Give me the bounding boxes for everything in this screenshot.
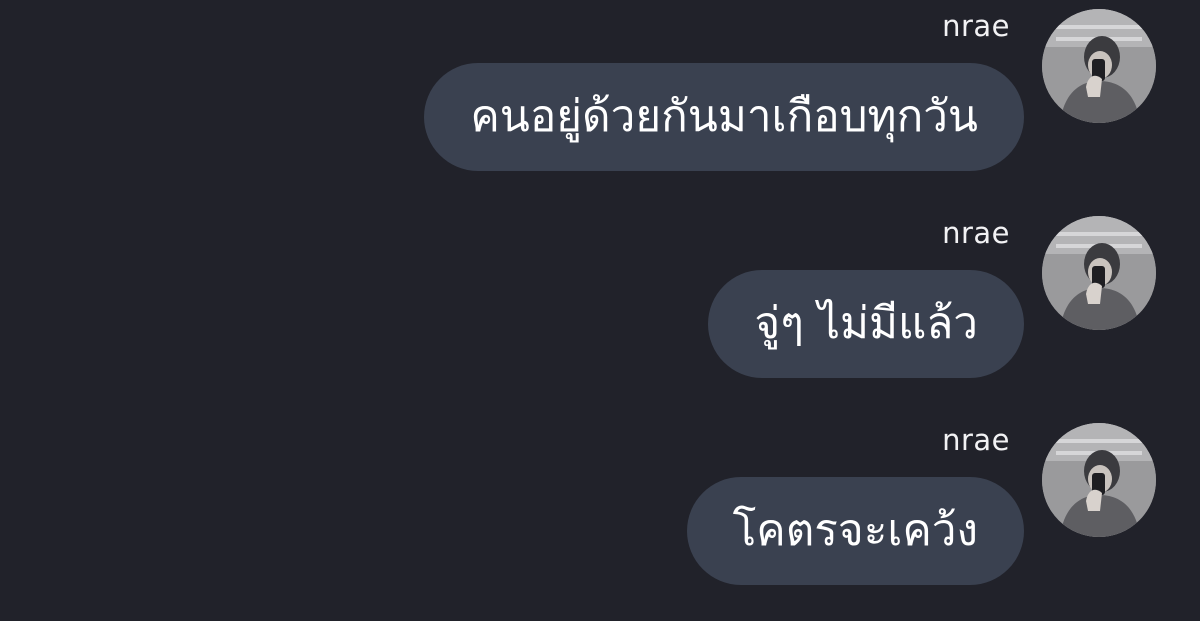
message-text: โคตรจะเคว้ง [732, 505, 978, 556]
sender-name: nrae [942, 423, 1010, 457]
message-bubble[interactable]: จู่ๆ ไม่มีแล้ว [708, 270, 1024, 378]
message-bubble[interactable]: โคตรจะเคว้ง [686, 477, 1024, 585]
avatar[interactable] [1042, 423, 1156, 537]
message-text: จู่ๆ ไม่มีแล้ว [754, 298, 978, 349]
message-bubble[interactable]: คนอยู่ด้วยกันมาเกือบทุกวัน [424, 63, 1024, 171]
message-row: nrae คนอยู่ด้วยกันมาเกือบทุกวัน [0, 0, 1200, 207]
avatar[interactable] [1042, 9, 1156, 123]
avatar-photo [1042, 9, 1156, 123]
avatar-photo [1042, 423, 1156, 537]
sender-name: nrae [942, 9, 1010, 43]
chat-thread: nrae คนอยู่ด้วยกันมาเกือบทุกวัน nrae จู่… [0, 0, 1200, 600]
message-text: คนอยู่ด้วยกันมาเกือบทุกวัน [470, 91, 978, 142]
avatar[interactable] [1042, 216, 1156, 330]
sender-name: nrae [942, 216, 1010, 250]
message-row: nrae จู่ๆ ไม่มีแล้ว [0, 207, 1200, 414]
message-row: nrae โคตรจะเคว้ง [0, 414, 1200, 621]
avatar-photo [1042, 216, 1156, 330]
